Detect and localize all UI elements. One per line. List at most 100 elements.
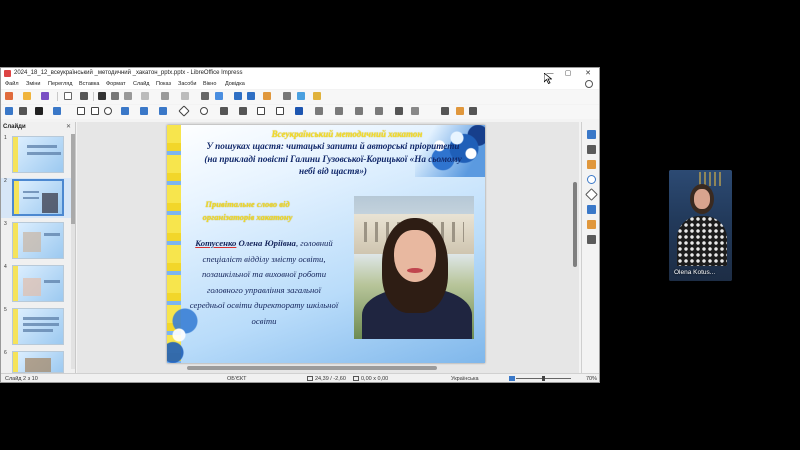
navigator-icon[interactable] [587,175,596,184]
slide-transition-icon[interactable] [587,205,596,214]
language-status[interactable]: Українська [451,374,479,382]
slide-number: 2 [4,178,7,184]
print-icon[interactable] [80,92,88,100]
current-slide[interactable]: Всеукраїнський методичний хакатон У пошу… [167,125,485,363]
ellipse-icon[interactable] [104,107,112,115]
crop-icon[interactable] [411,107,419,115]
slide-thumbnail[interactable]: 1 [1,135,73,175]
chart-icon[interactable] [297,92,305,100]
zoom-level[interactable]: 70% [586,374,597,382]
master-slides-icon[interactable] [587,235,596,244]
zoom-icon[interactable] [19,107,27,115]
close-icon[interactable]: ✕ [66,123,71,130]
save-icon[interactable] [41,92,49,100]
properties-icon[interactable] [587,130,596,139]
speaker-photo[interactable] [354,196,474,339]
points-icon[interactable] [441,107,449,115]
speaker-info: Котусенко Олена Юріївна, головний спеціа… [189,238,339,326]
slide-counter: Слайд 2 з 10 [5,376,38,382]
textbox-icon[interactable] [313,92,321,100]
menu-tools[interactable]: Засоби [178,79,196,89]
connector-icon[interactable] [159,107,167,115]
cut-icon[interactable] [98,92,106,100]
horizontal-scrollbar[interactable] [187,366,437,370]
redo-icon[interactable] [181,92,189,100]
impress-app-icon [4,70,11,77]
speaker-name: Олена Юріївна [238,238,296,248]
table-icon[interactable] [283,92,291,100]
slide-number: 4 [4,264,7,270]
block-arrows-icon[interactable] [220,107,228,115]
object-size: 0,00 x 0,00 [361,376,389,382]
fit-slide-icon[interactable] [509,376,515,381]
select-arrow-icon[interactable] [5,107,13,115]
menu-help[interactable]: Довідка [225,79,245,89]
vertical-scrollbar[interactable] [573,182,577,267]
undo-icon[interactable] [161,92,169,100]
line-color-icon[interactable] [35,107,43,115]
rectangle-icon[interactable] [91,107,99,115]
menu-view[interactable]: Перегляд [48,79,72,89]
arrange-icon[interactable] [355,107,363,115]
image-icon[interactable] [263,92,271,100]
animation-icon[interactable] [587,220,596,229]
menu-file[interactable]: Файл [5,79,19,89]
menu-insert[interactable]: Вставка [79,79,99,89]
menu-format[interactable]: Формат [106,79,126,89]
slide-thumbnail[interactable]: 5 [1,307,73,347]
distribute-icon[interactable] [375,107,383,115]
menu-slideshow[interactable]: Показ [156,79,171,89]
slide-thumbnail[interactable]: 4 [1,264,73,304]
curve-icon[interactable] [140,107,148,115]
menu-slide[interactable]: Слайд [133,79,150,89]
open-folder-icon[interactable] [23,92,31,100]
export-pdf-icon[interactable] [64,92,72,100]
spelling-icon[interactable] [215,92,223,100]
glue-points-icon[interactable] [456,107,464,115]
close-button[interactable]: ✕ [579,68,597,79]
paste-icon[interactable] [124,92,132,100]
3d-objects-icon[interactable] [295,107,303,115]
slide-number: 1 [4,135,7,141]
globe-icon[interactable] [585,80,593,88]
symbol-shapes-icon[interactable] [200,107,208,115]
new-document-icon[interactable] [5,92,13,100]
participant-video-tile[interactable]: Olena Kotus... [669,170,732,281]
slide-number: 3 [4,221,7,227]
align-icon[interactable] [335,107,343,115]
toggle-extrusion-icon[interactable] [469,107,477,115]
sidebar-deck [581,122,599,374]
slide-topic: У пошуках щастя: читацькі запити й автор… [204,141,462,176]
section-label: Привітальне слово від організаторів хака… [202,199,293,222]
helplines-icon[interactable] [247,92,255,100]
styles-icon[interactable] [587,145,596,154]
line-arrow-icon[interactable] [121,107,129,115]
speaker-surname: Котусенко [195,238,237,248]
stars-icon[interactable] [276,107,284,115]
shadow-icon[interactable] [395,107,403,115]
participant-name: Olena Kotus... [674,269,716,276]
slide-thumbnail[interactable]: 3 [1,221,73,261]
grid-icon[interactable] [234,92,242,100]
basic-shapes-icon[interactable] [178,105,190,117]
copy-icon[interactable] [111,92,119,100]
flowchart-icon[interactable] [239,107,247,115]
menu-window[interactable]: Вікно [203,79,216,89]
rotate-icon[interactable] [315,107,323,115]
mouse-cursor-icon [544,73,552,84]
find-replace-icon[interactable] [201,92,209,100]
menu-edit[interactable]: Зміни [26,79,40,89]
slide-edit-area[interactable]: Всеукраїнський методичний хакатон У пошу… [77,122,579,374]
maximize-button[interactable]: ▢ [559,68,577,79]
clone-formatting-icon[interactable] [141,92,149,100]
callouts-icon[interactable] [257,107,265,115]
slide-thumbnail[interactable]: 2 [1,178,73,218]
zoom-slider-handle[interactable] [542,376,545,381]
gallery-icon[interactable] [587,160,596,169]
fill-color-icon[interactable] [53,107,61,115]
status-bar: Слайд 2 з 10 ОБ'ЄКТ 24,39 / -2,60 0,00 x… [1,373,599,382]
shapes-icon[interactable] [585,188,598,201]
menu-bar: Файл Зміни Перегляд Вставка Формат Слайд… [1,79,599,89]
slides-panel-scrollbar[interactable] [71,134,75,369]
line-tool-icon[interactable] [77,107,85,115]
